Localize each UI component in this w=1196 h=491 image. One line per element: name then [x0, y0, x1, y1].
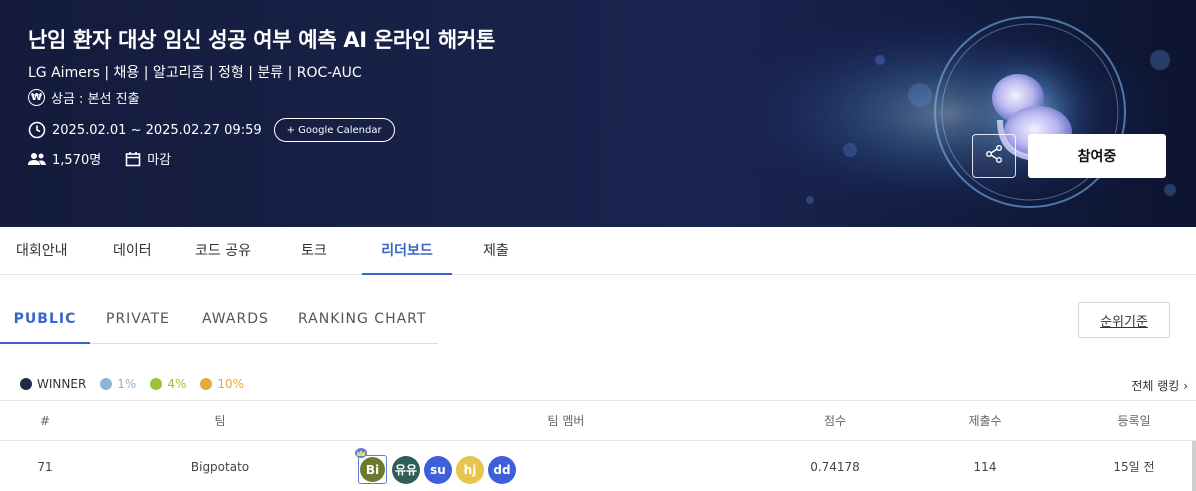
clock-icon: [28, 121, 46, 139]
tab-code-share[interactable]: 코드 공유: [195, 227, 251, 274]
legend-dot: [100, 378, 113, 390]
tab-private[interactable]: PRIVATE: [106, 296, 170, 343]
avatar: Bi: [360, 457, 385, 482]
avatar[interactable]: 유유: [392, 455, 420, 484]
tab-awards[interactable]: AWARDS: [202, 296, 269, 343]
header-score: 점수: [823, 414, 847, 428]
row-team[interactable]: Bigpotato: [160, 441, 280, 491]
header-members: 팀 멤버: [547, 414, 585, 428]
people-icon: [28, 152, 46, 166]
scrollbar[interactable]: [1192, 441, 1196, 491]
avatar[interactable]: dd: [488, 455, 516, 484]
share-icon: [984, 144, 1004, 168]
calendar-icon: [125, 151, 141, 167]
competition-title: 난임 환자 대상 임신 성공 여부 예측 AI 온라인 해커톤: [28, 28, 495, 52]
status-text: 마감: [147, 153, 172, 168]
main-tabs: 대회안내 데이터 코드 공유 토크 리더보드 제출: [0, 227, 1196, 275]
row-score: 0.74178: [810, 460, 860, 474]
avatar[interactable]: hj: [456, 455, 484, 484]
prize-row: ₩ 상금 : 본선 진출: [28, 88, 140, 107]
tab-data[interactable]: 데이터: [113, 227, 152, 274]
leaderboard-header: # 팀 팀 멤버 점수 제출수 등록일: [0, 400, 1196, 441]
tab-public[interactable]: PUBLIC: [0, 296, 90, 344]
row-rank: 71: [37, 460, 53, 474]
legend-dot: [150, 378, 163, 390]
header-submissions: 제출수: [968, 414, 1002, 428]
date-row: 2025.02.01 ~ 2025.02.27 09:59 + Google C…: [28, 118, 395, 142]
tab-overview[interactable]: 대회안내: [16, 227, 68, 274]
table-row[interactable]: 71 Bigpotato 0.74178 114 15일 전: [0, 441, 1196, 491]
crown-icon: [355, 448, 367, 458]
status-stat: 마감: [125, 149, 171, 168]
date-range: 2025.02.01 ~ 2025.02.27 09:59: [52, 122, 262, 138]
join-button[interactable]: 참여중: [1028, 134, 1166, 178]
legend-winner: WINNER: [20, 377, 86, 391]
full-ranking-link[interactable]: 전체 랭킹 ›: [1131, 377, 1188, 394]
competition-tags: LG Aimers | 채용 | 알고리즘 | 정형 | 분류 | ROC-AU…: [28, 65, 362, 81]
avatar[interactable]: su: [424, 455, 452, 484]
prize-text: 상금 : 본선 진출: [51, 92, 140, 107]
legend-dot: [20, 378, 32, 390]
stats-row: 1,570명 마감: [28, 149, 195, 168]
google-calendar-button[interactable]: + Google Calendar: [273, 118, 395, 142]
row-submissions: 114: [973, 460, 997, 474]
competition-hero: 난임 환자 대상 임신 성공 여부 예측 AI 온라인 해커톤 LG Aimer…: [0, 0, 1196, 227]
participants-count: 1,570명: [52, 153, 102, 168]
chevron-right-icon: ›: [1183, 379, 1188, 393]
tab-ranking-chart[interactable]: RANKING CHART: [298, 296, 426, 343]
header-rank: #: [39, 414, 51, 428]
embryo-illustration: [700, 0, 1196, 227]
tab-talk[interactable]: 토크: [301, 227, 327, 274]
leader-avatar-frame[interactable]: Bi: [355, 448, 387, 484]
rank-legend: WINNER 1% 4% 10%: [20, 377, 258, 391]
tab-submit[interactable]: 제출: [483, 227, 509, 274]
tab-leaderboard[interactable]: 리더보드: [362, 227, 452, 275]
participants-stat: 1,570명: [28, 149, 101, 168]
legend-dot: [200, 378, 213, 390]
legend-top-10: 10%: [200, 377, 244, 391]
header-team: 팀: [214, 414, 226, 428]
leaderboard-tabs: PUBLIC PRIVATE AWARDS RANKING CHART: [0, 296, 438, 344]
share-button[interactable]: [972, 134, 1016, 178]
header-registered: 등록일: [1117, 414, 1151, 428]
won-icon: ₩: [28, 89, 45, 106]
legend-top-4: 4%: [150, 377, 186, 391]
row-registered: 15일 전: [1113, 460, 1155, 474]
legend-top-1: 1%: [100, 377, 136, 391]
team-members: Bi 유유 su hj dd: [355, 448, 520, 484]
ranking-criteria-button[interactable]: 순위기준: [1078, 302, 1170, 338]
